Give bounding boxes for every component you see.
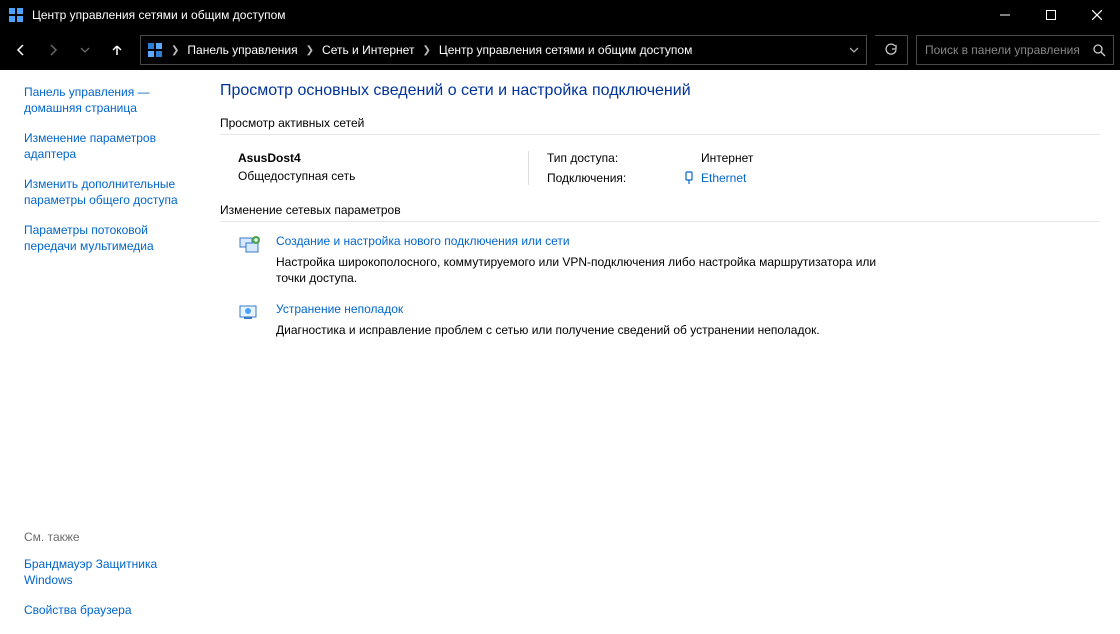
sidebar-home-link[interactable]: Панель управления — домашняя страница <box>24 84 188 116</box>
active-networks-label: Просмотр активных сетей <box>220 116 1100 135</box>
chevron-right-icon: ❯ <box>165 45 185 56</box>
network-category: Общедоступная сеть <box>238 169 528 183</box>
sidebar: Панель управления — домашняя страница Из… <box>0 70 200 634</box>
sidebar-link-adapter-settings[interactable]: Изменение параметров адаптера <box>24 130 188 162</box>
content: Просмотр основных сведений о сети и наст… <box>200 70 1120 634</box>
navbar: ❯ Панель управления ❯ Сеть и Интернет ❯ … <box>0 30 1120 70</box>
refresh-button[interactable] <box>875 35 908 65</box>
up-button[interactable] <box>102 36 132 64</box>
connections-label: Подключения: <box>547 171 677 185</box>
search-box[interactable] <box>916 35 1114 65</box>
new-connection-link[interactable]: Создание и настройка нового подключения … <box>276 234 878 248</box>
forward-button[interactable] <box>38 36 68 64</box>
new-connection-desc: Настройка широкополосного, коммутируемог… <box>276 254 878 286</box>
troubleshoot-link[interactable]: Устранение неполадок <box>276 302 820 316</box>
search-icon[interactable] <box>1085 44 1113 57</box>
ethernet-icon <box>677 171 701 185</box>
new-connection-icon <box>238 234 260 256</box>
window-title: Центр управления сетями и общим доступом <box>32 8 982 22</box>
minimize-button[interactable] <box>982 0 1028 30</box>
sidebar-link-advanced-sharing[interactable]: Изменить дополнительные параметры общего… <box>24 176 188 208</box>
address-dropdown[interactable] <box>842 45 866 55</box>
see-also-label: См. также <box>24 530 188 544</box>
close-button[interactable] <box>1074 0 1120 30</box>
location-icon <box>145 42 165 58</box>
network-name: AsusDost4 <box>238 151 528 165</box>
page-heading: Просмотр основных сведений о сети и наст… <box>220 82 1100 100</box>
sidebar-link-internet-options[interactable]: Свойства браузера <box>24 602 188 618</box>
connection-link[interactable]: Ethernet <box>701 171 753 185</box>
maximize-button[interactable] <box>1028 0 1074 30</box>
access-type-label: Тип доступа: <box>547 151 677 165</box>
troubleshoot-icon <box>238 302 260 324</box>
breadcrumb-item[interactable]: Центр управления сетями и общим доступом <box>437 41 695 59</box>
troubleshoot-desc: Диагностика и исправление проблем с сеть… <box>276 322 820 338</box>
change-settings-label: Изменение сетевых параметров <box>220 203 1100 222</box>
access-type-value: Интернет <box>701 151 753 165</box>
back-button[interactable] <box>6 36 36 64</box>
app-icon <box>8 7 24 23</box>
address-bar[interactable]: ❯ Панель управления ❯ Сеть и Интернет ❯ … <box>140 35 867 65</box>
breadcrumb-item[interactable]: Панель управления <box>185 41 299 59</box>
active-network-row: AsusDost4 Общедоступная сеть Тип доступа… <box>220 145 1100 203</box>
sidebar-link-media-streaming[interactable]: Параметры потоковой передачи мультимедиа <box>24 222 188 254</box>
chevron-right-icon: ❯ <box>300 45 320 56</box>
recent-dropdown[interactable] <box>70 36 100 64</box>
sidebar-link-firewall[interactable]: Брандмауэр Защитника Windows <box>24 556 188 588</box>
search-input[interactable] <box>917 42 1085 58</box>
change-item-troubleshoot: Устранение неполадок Диагностика и испра… <box>238 302 878 338</box>
chevron-right-icon: ❯ <box>416 45 436 56</box>
breadcrumb-item[interactable]: Сеть и Интернет <box>320 41 416 59</box>
change-item-new-connection: Создание и настройка нового подключения … <box>238 234 878 286</box>
titlebar: Центр управления сетями и общим доступом <box>0 0 1120 30</box>
